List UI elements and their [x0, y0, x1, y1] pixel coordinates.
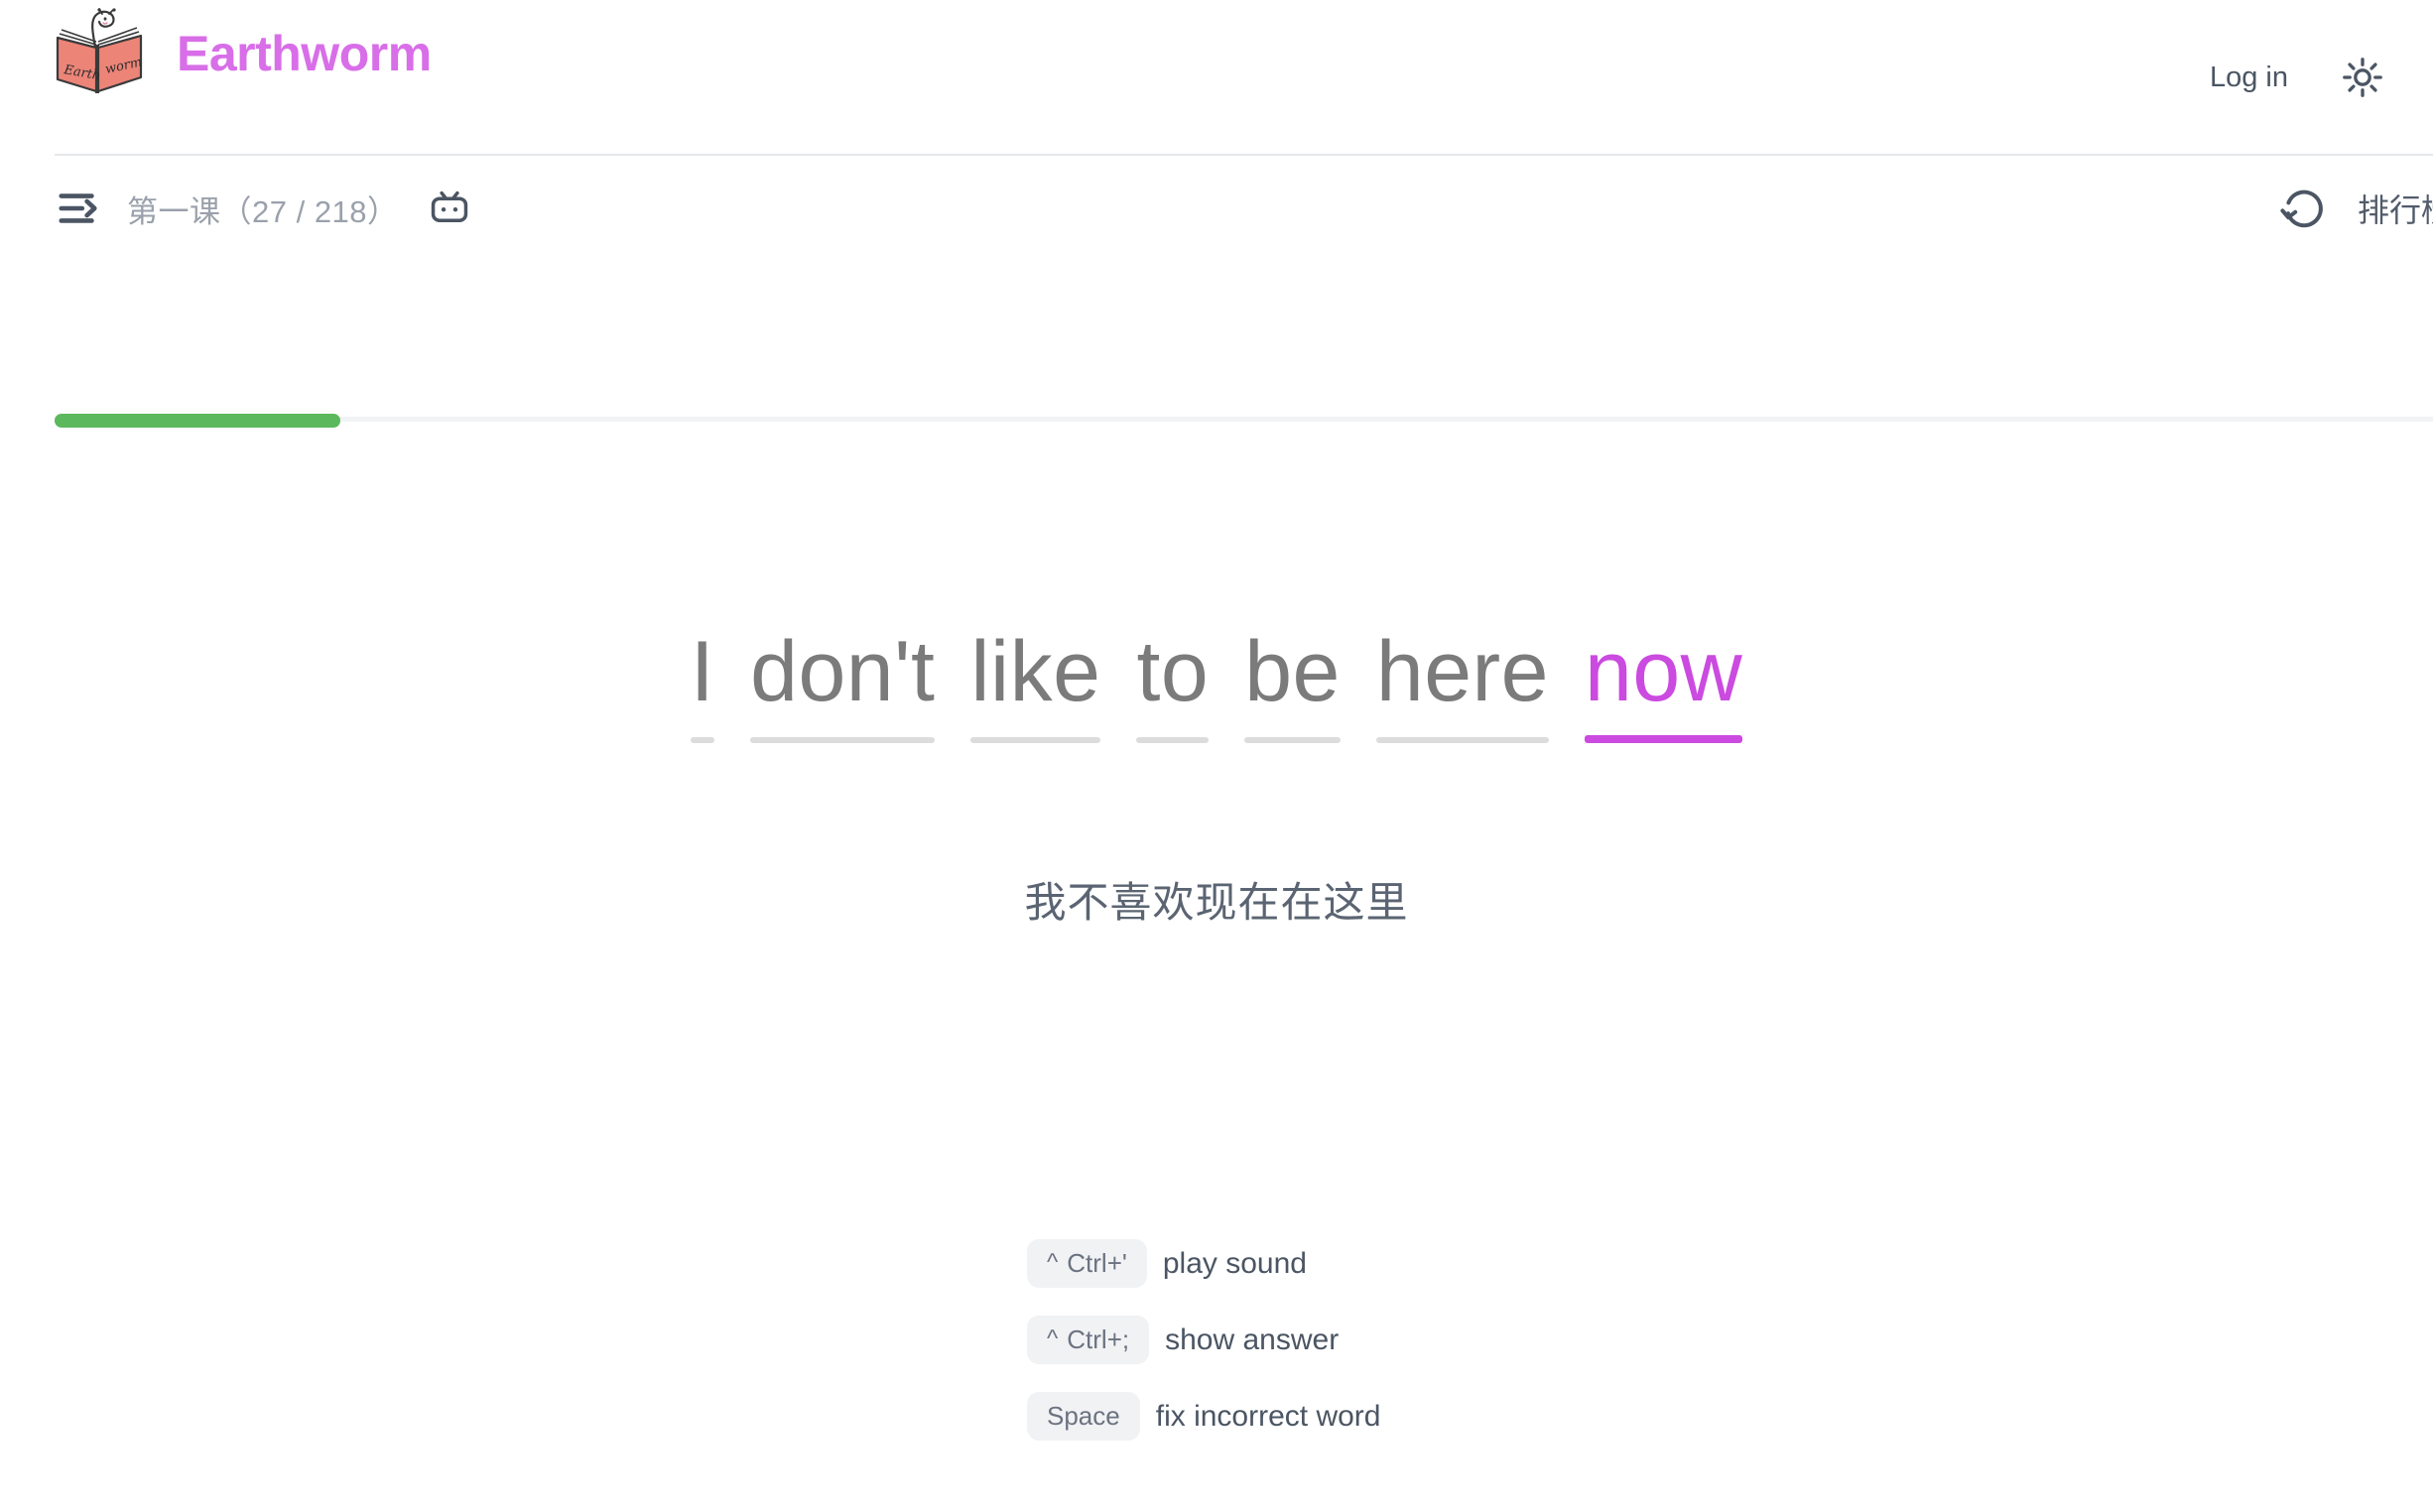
sentence-word[interactable]: don't: [732, 623, 953, 743]
exercise-stage: Idon't like to be here now 我不喜欢现在在这里 ^ Ctrl+' p…: [0, 262, 2433, 1512]
shortcut-key-label: Space: [1047, 1401, 1120, 1431]
sentence-word-underline: [1136, 736, 1210, 743]
leaderboard-button[interactable]: 排行榜: [2358, 186, 2433, 231]
shortcut-row: ^ Ctrl+; show answer: [1027, 1316, 1339, 1364]
sentence-word-underline: [1375, 736, 1550, 743]
sentence-word-underline: [970, 736, 1101, 743]
lesson-toolbar-right: 排行榜: [2280, 155, 2433, 262]
brand-logo-group[interactable]: Earth worm Earthworm: [48, 8, 432, 99]
sentence-word-text: now: [1585, 624, 1743, 719]
ctrl-caret-icon: ^: [1047, 1324, 1059, 1352]
menu-arrow-icon[interactable]: [56, 186, 101, 231]
shortcut-hints: ^ Ctrl+' play sound ^ Ctrl+; show answer Space…: [0, 1239, 2433, 1441]
sentence-word-underline: [1585, 734, 1743, 743]
app-header: Earth worm Earthworm Log in: [0, 0, 2433, 156]
sentence-word-text: to: [1136, 624, 1210, 719]
sentence-translation: 我不喜欢现在在这里: [1024, 879, 1409, 926]
header-actions: Log in: [2210, 0, 2433, 155]
sentence-word-text: I: [690, 624, 715, 719]
sentence-word-text: don't: [750, 624, 936, 719]
lesson-title[interactable]: 第一课（27 / 218）: [127, 187, 399, 231]
sentence-words: Idon't like to be here now: [0, 623, 2433, 743]
bilibili-tv-icon[interactable]: [425, 188, 470, 229]
shortcut-key-label: Ctrl+': [1067, 1248, 1127, 1278]
sentence-word-text: like: [970, 624, 1101, 719]
sentence-word[interactable]: I: [673, 623, 732, 743]
shortcut-description: play sound: [1162, 1246, 1307, 1280]
sentence-word-text: here: [1375, 624, 1550, 719]
shortcut-row: Space fix incorrect word: [1027, 1392, 1380, 1441]
lesson-toolbar: 第一课（27 / 218） 排行榜: [0, 155, 2433, 428]
sentence-word[interactable]: like: [953, 623, 1118, 743]
earthworm-book-logo-icon: Earth worm: [48, 8, 151, 99]
sentence-word[interactable]: here: [1358, 623, 1567, 743]
rotate-ccw-icon[interactable]: [2280, 185, 2328, 232]
brand-name: Earthworm: [177, 26, 432, 81]
shortcut-key[interactable]: Space: [1027, 1392, 1140, 1441]
shortcut-key-label: Ctrl+;: [1067, 1324, 1130, 1354]
shortcut-key[interactable]: ^ Ctrl+;: [1027, 1316, 1150, 1364]
shortcut-description: fix incorrect word: [1155, 1399, 1381, 1433]
sun-icon[interactable]: [2332, 47, 2393, 108]
lesson-toolbar-left: 第一课（27 / 218）: [56, 155, 470, 262]
sentence-word[interactable]: now: [1567, 623, 1760, 743]
sentence-word-underline: [1244, 736, 1341, 743]
shortcut-key[interactable]: ^ Ctrl+': [1027, 1239, 1147, 1288]
app-root: Earth worm Earthworm Log in 第一课（27 / 218…: [0, 0, 2433, 1512]
sentence-word[interactable]: to: [1118, 623, 1226, 743]
login-button[interactable]: Log in: [2210, 62, 2288, 94]
shortcut-description: show answer: [1165, 1323, 1340, 1356]
sentence-word-text: be: [1244, 624, 1341, 719]
ctrl-caret-icon: ^: [1047, 1248, 1059, 1276]
sentence-word[interactable]: be: [1226, 623, 1358, 743]
sentence-word-underline: [690, 736, 715, 743]
shortcut-row: ^ Ctrl+' play sound: [1027, 1239, 1307, 1288]
sentence-word-underline: [750, 736, 936, 743]
